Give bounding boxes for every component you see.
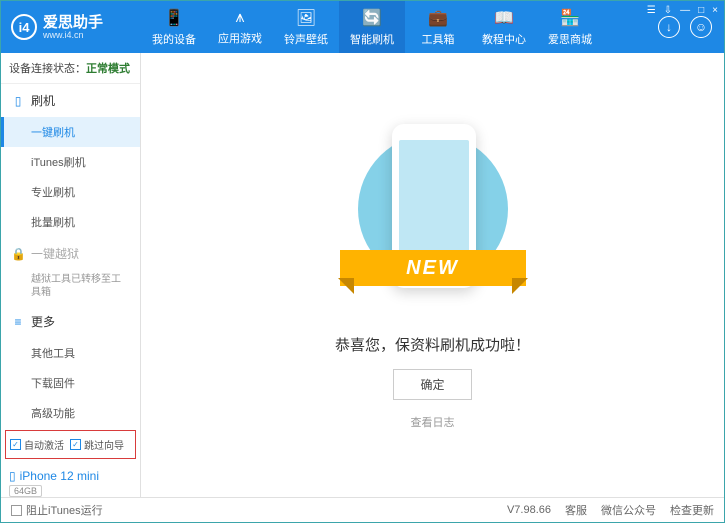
sidebar-item-pro-flash[interactable]: 专业刷机	[1, 177, 140, 207]
header-right-icons: ↓ ☺	[646, 16, 724, 38]
checkbox-block-itunes[interactable]: 阻止iTunes运行	[11, 502, 103, 518]
version-label: V7.98.66	[507, 504, 551, 516]
minimize-icon[interactable]: —	[680, 5, 690, 16]
nav-apps-games[interactable]: ⩚应用游戏	[207, 1, 273, 53]
view-log-link[interactable]: 查看日志	[411, 414, 455, 430]
nav-my-device[interactable]: 📱我的设备	[141, 1, 207, 53]
success-message: 恭喜您，保资料刷机成功啦！	[335, 334, 530, 355]
app-url: www.i4.cn	[43, 30, 103, 40]
lock-icon[interactable]: ⇩	[664, 5, 672, 16]
device-status: 设备连接状态：正常模式	[1, 53, 140, 84]
device-name: ▯iPhone 12 mini	[9, 469, 132, 483]
nav-toolbox[interactable]: 💼工具箱	[405, 1, 471, 53]
main-nav: 📱我的设备 ⩚应用游戏 🖼铃声壁纸 🔄智能刷机 💼工具箱 📖教程中心 🏪爱思商城	[141, 1, 646, 53]
nav-store[interactable]: 🏪爱思商城	[537, 1, 603, 53]
sidebar-item-oneclick-flash[interactable]: 一键刷机	[1, 117, 140, 147]
menu-icon[interactable]: ☰	[647, 5, 656, 16]
title-bar: i4 爱思助手 www.i4.cn 📱我的设备 ⩚应用游戏 🖼铃声壁纸 🔄智能刷…	[1, 1, 724, 53]
checkbox-auto-activate[interactable]: ✓自动激活	[10, 437, 64, 452]
section-more[interactable]: ≡更多	[1, 305, 140, 338]
section-jailbreak: 🔒一键越狱	[1, 237, 140, 270]
footer-bar: 阻止iTunes运行 V7.98.66 客服 微信公众号 检查更新	[1, 497, 724, 522]
app-name: 爱思助手	[43, 15, 103, 30]
more-icon: ≡	[11, 315, 25, 329]
logo-area: i4 爱思助手 www.i4.cn	[1, 14, 141, 40]
checkbox-skip-guide[interactable]: ✓跳过向导	[70, 437, 124, 452]
sidebar: 设备连接状态：正常模式 ▯刷机 一键刷机 iTunes刷机 专业刷机 批量刷机 …	[1, 53, 141, 497]
book-icon: 📖	[494, 8, 514, 28]
lock-outline-icon: 🔒	[11, 247, 25, 261]
phone-outline-icon: ▯	[11, 94, 25, 108]
download-icon[interactable]: ↓	[658, 16, 680, 38]
section-flash[interactable]: ▯刷机	[1, 84, 140, 117]
sidebar-item-download-fw[interactable]: 下载固件	[1, 368, 140, 398]
app-logo-icon: i4	[11, 14, 37, 40]
store-icon: 🏪	[560, 8, 580, 28]
nav-smart-flash[interactable]: 🔄智能刷机	[339, 1, 405, 53]
ok-button[interactable]: 确定	[393, 369, 471, 400]
wallpaper-icon: 🖼	[296, 8, 316, 28]
jailbreak-note: 越狱工具已转移至工具箱	[1, 270, 140, 305]
footer-right: V7.98.66 客服 微信公众号 检查更新	[507, 502, 714, 518]
footer-left: 阻止iTunes运行	[11, 502, 103, 518]
success-illustration: NEW	[358, 120, 508, 320]
nav-ringtones[interactable]: 🖼铃声壁纸	[273, 1, 339, 53]
options-highlighted: ✓自动激活 ✓跳过向导	[5, 430, 136, 459]
refresh-icon: 🔄	[362, 8, 382, 28]
sidebar-item-other-tools[interactable]: 其他工具	[1, 338, 140, 368]
sidebar-item-advanced[interactable]: 高级功能	[1, 398, 140, 428]
nav-tutorials[interactable]: 📖教程中心	[471, 1, 537, 53]
phone-icon: 📱	[164, 8, 184, 28]
main-panel: NEW 恭喜您，保资料刷机成功啦！ 确定 查看日志	[141, 53, 724, 497]
close-icon[interactable]: ×	[712, 5, 718, 16]
check-update-link[interactable]: 检查更新	[670, 502, 714, 518]
content-area: 设备连接状态：正常模式 ▯刷机 一键刷机 iTunes刷机 专业刷机 批量刷机 …	[1, 53, 724, 497]
maximize-icon[interactable]: □	[698, 5, 704, 16]
device-icon: ▯	[9, 469, 16, 483]
apps-icon: ⩚	[235, 9, 244, 27]
customer-service-link[interactable]: 客服	[565, 502, 587, 518]
sidebar-item-batch-flash[interactable]: 批量刷机	[1, 207, 140, 237]
new-banner: NEW	[340, 250, 526, 286]
device-info[interactable]: ▯iPhone 12 mini 64GB Down-12mini-13,1	[1, 465, 140, 497]
toolbox-icon: 💼	[428, 8, 448, 28]
user-icon[interactable]: ☺	[690, 16, 712, 38]
device-storage: 64GB	[9, 485, 42, 497]
window-controls: ☰ ⇩ — □ ×	[647, 5, 718, 16]
wechat-link[interactable]: 微信公众号	[601, 502, 656, 518]
sidebar-item-itunes-flash[interactable]: iTunes刷机	[1, 147, 140, 177]
